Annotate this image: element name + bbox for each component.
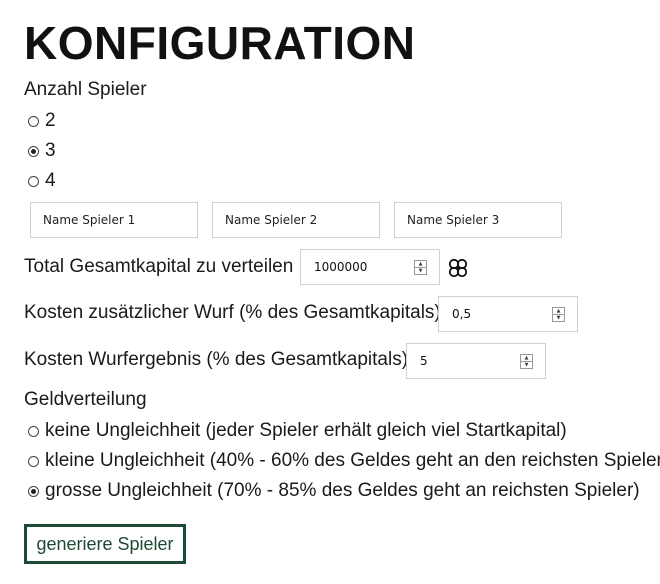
capital-label: Total Gesamtkapital zu verteilen [24,256,294,277]
players-option-3[interactable]: 3 [28,140,56,162]
players-option-label: 2 [45,110,56,131]
generate-players-button[interactable]: generiere Spieler [24,524,186,564]
distribution-label: Geldverteilung [24,389,147,410]
radio-button[interactable] [28,145,39,157]
radio-button[interactable] [28,175,39,187]
capital-input[interactable]: 1000000 ▲ ▼ [300,249,440,285]
players-option-2[interactable]: 2 [28,110,56,132]
clover-icon[interactable] [447,257,469,279]
spinner-down-icon[interactable]: ▼ [415,267,426,274]
player-2-name-input[interactable]: Name Spieler 2 [212,202,380,238]
capital-value: 1000000 [314,260,368,274]
radio-button[interactable] [28,455,39,467]
radio-button[interactable] [28,425,39,437]
radio-button[interactable] [28,485,39,497]
cost-roll-label: Kosten zusätzlicher Wurf (% des Gesamtka… [24,302,441,323]
cost-roll-input[interactable]: 0,5 ▲ ▼ [438,296,578,332]
cost-roll-value: 0,5 [452,307,472,321]
distribution-option-large[interactable]: grosse Ungleichheit (70% - 85% des Gelde… [28,480,640,502]
distribution-option-label: kleine Ungleichheit (40% - 60% des Gelde… [45,450,660,471]
distribution-option-none[interactable]: keine Ungleichheit (jeder Spieler erhält… [28,420,567,442]
cost-result-label: Kosten Wurfergebnis (% des Gesamtkapital… [24,349,409,370]
cost-result-spinner[interactable]: ▲ ▼ [520,354,533,369]
radio-button[interactable] [28,115,39,127]
cost-roll-spinner[interactable]: ▲ ▼ [552,307,565,322]
spinner-down-icon[interactable]: ▼ [553,314,564,321]
distribution-option-label: grosse Ungleichheit (70% - 85% des Gelde… [45,480,640,501]
players-label: Anzahl Spieler [24,79,147,100]
spinner-down-icon[interactable]: ▼ [521,361,532,368]
players-option-label: 4 [45,170,56,191]
distribution-option-label: keine Ungleichheit (jeder Spieler erhält… [45,420,567,441]
distribution-option-small[interactable]: kleine Ungleichheit (40% - 60% des Gelde… [28,450,660,472]
player-1-name-input[interactable]: Name Spieler 1 [30,202,198,238]
page-title: KONFIGURATION [24,17,416,69]
cost-result-value: 5 [420,354,428,368]
cost-result-input[interactable]: 5 ▲ ▼ [406,343,546,379]
players-option-label: 3 [45,140,56,161]
capital-spinner[interactable]: ▲ ▼ [414,260,427,275]
player-3-name-input[interactable]: Name Spieler 3 [394,202,562,238]
players-option-4[interactable]: 4 [28,170,56,192]
